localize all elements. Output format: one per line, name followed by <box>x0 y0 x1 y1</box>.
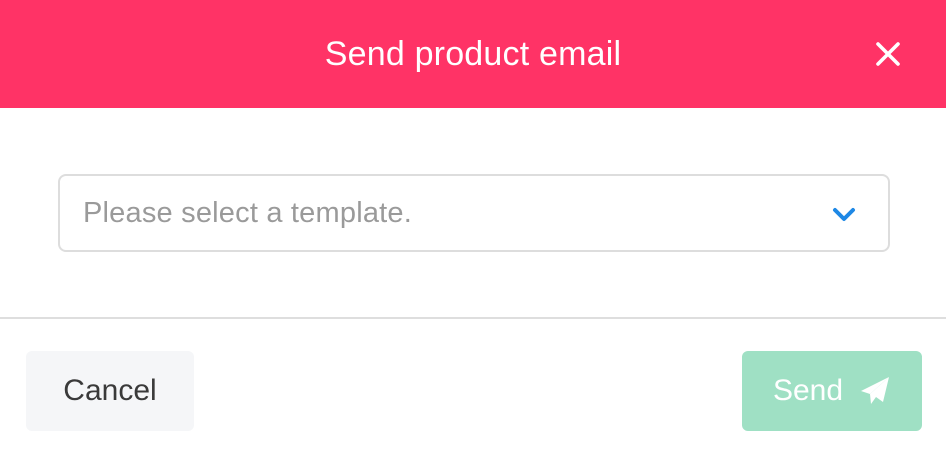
send-button-label: Send <box>772 374 844 407</box>
footer-divider <box>0 317 946 319</box>
chevron-down-icon <box>830 204 858 226</box>
send-button[interactable]: Send <box>742 351 922 431</box>
cancel-button-label: Cancel <box>63 374 157 407</box>
close-button[interactable] <box>870 36 906 72</box>
paper-plane-icon <box>859 375 891 407</box>
dialog-header: Send product email <box>0 0 946 108</box>
template-select-placeholder: Please select a template. <box>83 196 413 229</box>
cancel-button[interactable]: Cancel <box>26 351 194 431</box>
dialog-title: Send product email <box>324 34 622 73</box>
template-select[interactable]: Please select a template. <box>58 174 890 252</box>
send-product-email-dialog: Send product email Please select a templ… <box>0 0 946 456</box>
close-icon <box>875 41 901 67</box>
